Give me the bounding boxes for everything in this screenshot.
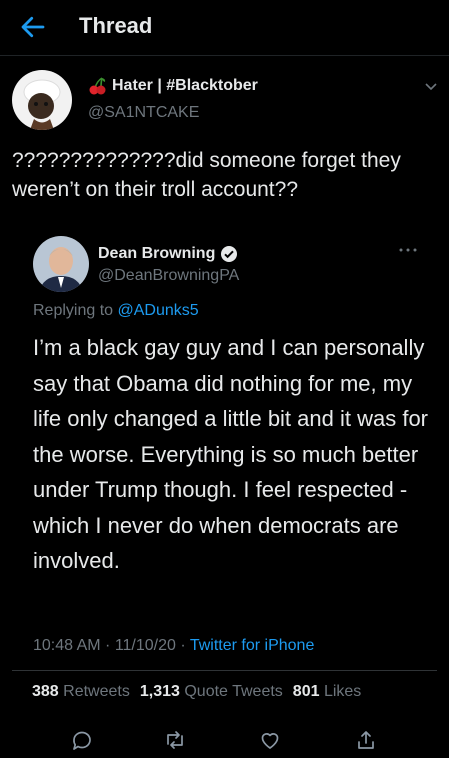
- quote-author-name[interactable]: Dean Browning: [98, 245, 238, 263]
- retweets-stat[interactable]: 388 Retweets: [32, 683, 130, 701]
- engagement-stats: 388 Retweets 1,313 Quote Tweets 801 Like…: [32, 683, 361, 701]
- top-bar: Thread: [0, 0, 449, 56]
- quote-avatar[interactable]: [33, 236, 89, 292]
- quote-tweets-label: Quote Tweets: [184, 683, 283, 700]
- quote-text: I’m a black gay guy and I can personally…: [33, 335, 429, 573]
- quoted-tweet[interactable]: Dean Browning @DeanBrowningPA Replying t…: [12, 222, 438, 670]
- divider: [12, 670, 437, 671]
- author-name-text: Hater | #Blacktober: [112, 77, 258, 94]
- quote-tweets-stat[interactable]: 1,313 Quote Tweets: [140, 683, 283, 701]
- replying-to-link[interactable]: @ADunks5: [118, 302, 199, 319]
- chevron-down-icon[interactable]: [423, 78, 439, 94]
- likes-stat[interactable]: 801 Likes: [293, 683, 362, 701]
- back-arrow-icon[interactable]: [18, 12, 48, 42]
- quote-tweets-count: 1,313: [139, 683, 180, 700]
- reply-icon[interactable]: [70, 728, 94, 752]
- timestamp-text[interactable]: 10:48 AM · 11/10/20 ·: [33, 637, 186, 654]
- action-bar: [0, 722, 449, 758]
- likes-label: Likes: [323, 683, 362, 700]
- cherry-icon: [89, 77, 106, 95]
- verified-badge-icon: [221, 246, 238, 262]
- tweet-source[interactable]: Twitter for iPhone: [190, 637, 315, 654]
- retweet-icon[interactable]: [163, 728, 187, 752]
- retweets-label: Retweets: [63, 683, 130, 700]
- likes-count: 801: [292, 683, 320, 700]
- page-title: Thread: [79, 13, 153, 38]
- share-icon[interactable]: [354, 728, 378, 752]
- author-name[interactable]: Hater | #Blacktober: [88, 76, 258, 96]
- replying-to-prefix: Replying to: [33, 302, 114, 319]
- quote-author-handle: @DeanBrowningPA: [98, 267, 240, 284]
- quote-avatar-image: [33, 236, 89, 292]
- avatar-image: [12, 70, 72, 130]
- author-handle: @SA1NTCAKE: [88, 104, 200, 121]
- retweets-count: 388: [32, 683, 59, 700]
- avatar[interactable]: [12, 70, 72, 130]
- like-icon[interactable]: [258, 728, 282, 752]
- tweet-text: ??????????????did someone forget they we…: [12, 149, 401, 201]
- quote-author-name-text: Dean Browning: [98, 245, 216, 262]
- replying-to: Replying to @ADunks5: [33, 302, 199, 320]
- more-icon[interactable]: [397, 244, 419, 256]
- tweet-timestamp: 10:48 AM · 11/10/20 · Twitter for iPhone: [33, 637, 314, 655]
